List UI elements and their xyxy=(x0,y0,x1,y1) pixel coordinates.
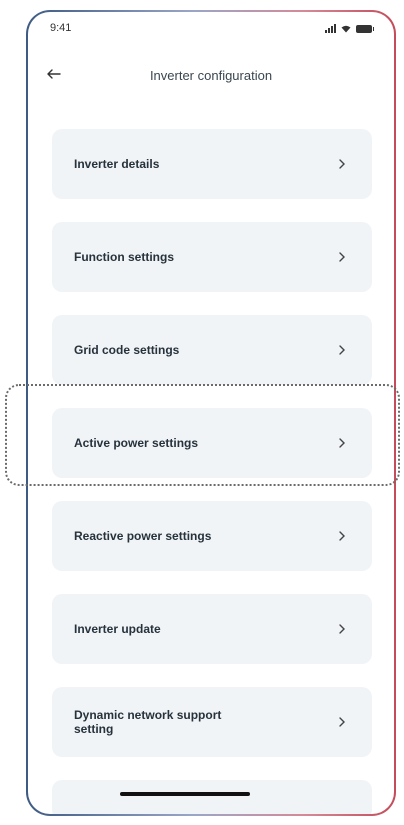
menu-item-function-settings[interactable]: Function settings xyxy=(52,222,372,292)
home-indicator xyxy=(120,792,250,796)
menu-item-inverter-update[interactable]: Inverter update xyxy=(52,594,372,664)
menu-item-inverter-details[interactable]: Inverter details xyxy=(52,129,372,199)
chevron-right-icon xyxy=(339,159,345,169)
page-title: Inverter configuration xyxy=(149,68,273,83)
signal-icon xyxy=(325,24,336,33)
settings-list: Inverter details Function settings Grid … xyxy=(52,129,372,814)
menu-item-label: Active power settings xyxy=(74,436,199,450)
menu-item-active-power-settings[interactable]: Active power settings xyxy=(52,408,372,478)
menu-item-label: Inverter details xyxy=(74,157,160,171)
chevron-right-icon xyxy=(339,345,345,355)
chevron-right-icon xyxy=(339,438,345,448)
menu-item-reactive-power-settings[interactable]: Reactive power settings xyxy=(52,501,372,571)
menu-item-label: Function settings xyxy=(74,250,174,264)
nav-bar: Inverter configuration xyxy=(28,64,394,92)
battery-icon xyxy=(356,24,374,33)
status-icons xyxy=(325,24,374,33)
menu-item-label: Grid code settings xyxy=(74,343,180,357)
menu-item-partial[interactable] xyxy=(52,780,372,814)
chevron-right-icon xyxy=(339,717,345,727)
menu-item-dynamic-network-support[interactable]: Dynamic network support setting xyxy=(52,687,372,757)
menu-item-label: Inverter update xyxy=(74,622,161,636)
wifi-icon xyxy=(341,25,351,33)
chevron-right-icon xyxy=(339,252,345,262)
menu-item-label: Dynamic network support setting xyxy=(74,708,222,736)
phone-frame: 9:41 Inverter configuration Inverter det… xyxy=(26,10,396,816)
status-bar: 9:41 xyxy=(28,22,394,42)
chevron-right-icon xyxy=(339,531,345,541)
menu-item-grid-code-settings[interactable]: Grid code settings xyxy=(52,315,372,385)
menu-item-label: Reactive power settings xyxy=(74,529,212,543)
status-time: 9:41 xyxy=(50,22,72,34)
chevron-right-icon xyxy=(339,624,345,634)
